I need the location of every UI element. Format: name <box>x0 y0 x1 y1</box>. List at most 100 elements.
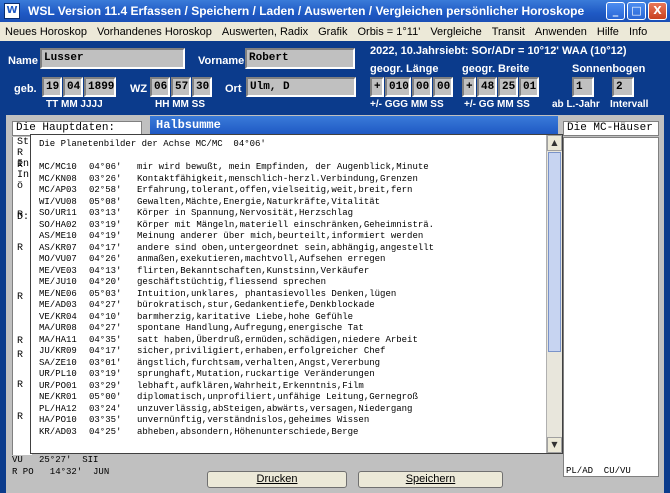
side-letter: ö <box>17 181 24 192</box>
menu-neues-horoskop[interactable]: Neues Horoskop <box>0 26 92 38</box>
axis-code: MA/HA11 <box>39 334 77 345</box>
planetenbild-row: UR/PO01 03°29' lebhaft,aufklären,Wahrheit,… <box>39 381 539 393</box>
axis-degree: 04°26' <box>89 254 122 264</box>
menu-vorhandenes-horoskop[interactable]: Vorhandenes Horoskop <box>92 26 217 38</box>
scroll-up-button[interactable]: ▲ <box>547 135 562 151</box>
axis-degree: 04°27' <box>89 323 122 333</box>
geb-day-field[interactable]: 19 <box>42 77 62 97</box>
breite-sign-field[interactable]: + <box>462 77 476 97</box>
close-button[interactable]: X <box>648 2 667 20</box>
r-marker: R <box>17 292 24 303</box>
wz-second-field[interactable]: 30 <box>192 77 212 97</box>
vorname-field[interactable]: Robert <box>245 48 355 69</box>
geb-year-field[interactable]: 1899 <box>84 77 116 97</box>
axis-code: MC/MC10 <box>39 162 77 172</box>
minimize-button[interactable]: _ <box>606 2 625 20</box>
axis-code: UR/PL10 <box>39 369 77 379</box>
axis-code: VE/KR04 <box>39 311 77 322</box>
wz-hour-field[interactable]: 06 <box>150 77 170 97</box>
menu-info[interactable]: Info <box>624 26 652 38</box>
planetenbild-row: MA/UR08 04°27' spontane Handlung,Aufregung… <box>39 323 539 335</box>
axis-meaning: satt haben,Überdruß,ermüden,schädigen,ni… <box>137 334 418 345</box>
side-letter: R <box>17 148 24 159</box>
r-marker: R <box>17 336 24 347</box>
axis-code: PL/HA12 <box>39 403 77 414</box>
axis-degree: 04°25' <box>89 426 122 437</box>
planetenbild-row: SO/UR11 03°13' Körper in Spannung,Nervosit… <box>39 208 539 220</box>
sonnenbogen-interval-sub: Intervall <box>610 99 649 110</box>
axis-degree: 04°06' <box>89 162 122 172</box>
halbsumme-dialog-title: Halbsumme <box>150 116 558 134</box>
laenge-sign-field[interactable]: + <box>370 77 384 97</box>
menu-grafik[interactable]: Grafik <box>313 26 352 38</box>
laenge-degree-field[interactable]: 010 <box>385 77 411 97</box>
laenge-sub: +/- GGG MM SS <box>370 99 444 110</box>
planetenbild-row: PL/HA12 03°24' unzuverlässig,abSteigen,abw… <box>39 404 539 416</box>
ort-field[interactable]: Ulm, D <box>246 77 356 97</box>
axis-code: WI/VU08 <box>39 196 77 207</box>
geb-month-field[interactable]: 04 <box>63 77 83 97</box>
axis-meaning: geschäftstüchtig,fliessend sprechen <box>137 277 327 287</box>
r-marker: R <box>17 350 24 361</box>
r-marker: R <box>17 243 24 254</box>
planetenbild-row: NE/KR01 05°00' diplomatisch,unprofiliert,u… <box>39 392 539 404</box>
axis-code: UR/PO01 <box>39 380 77 391</box>
scroll-thumb[interactable] <box>548 152 561 352</box>
menu-hilfe[interactable]: Hilfe <box>592 26 624 38</box>
planetenbild-row: MO/VU07 04°26' anmaßen,exekutieren,machtvo… <box>39 254 539 266</box>
year-info: 2022, 10.Jahrsiebt: SOr/ADr = 10°12' WAA… <box>370 45 627 57</box>
scroll-down-button[interactable]: ▼ <box>547 437 562 453</box>
axis-meaning: Körper in Spannung,Nervosität,Herzschlag <box>137 208 354 218</box>
name-field[interactable]: Lusser <box>40 48 185 69</box>
menu-anwenden[interactable]: Anwenden <box>530 26 592 38</box>
axis-meaning: bürokratisch,stur,Gedankentiefe,Denkbloc… <box>137 300 375 310</box>
axis-code: ME/AD03 <box>39 300 77 310</box>
laenge-minute-field[interactable]: 00 <box>412 77 432 97</box>
axis-meaning: anmaßen,exekutieren,machtvoll,Aufsehen e… <box>137 254 386 264</box>
breite-second-field[interactable]: 01 <box>519 77 539 97</box>
axis-meaning: Gewalten,Mächte,Energie,Naturkräfte,Vita… <box>137 196 381 207</box>
axis-code: MO/VU07 <box>39 254 77 264</box>
side-letter: St <box>17 137 30 148</box>
axis-code: ME/NE06 <box>39 288 77 299</box>
wz-minute-field[interactable]: 57 <box>171 77 191 97</box>
menu-auswerten-radix[interactable]: Auswerten, Radix <box>217 26 313 38</box>
speichern-button[interactable]: Speichern <box>358 471 503 488</box>
menu-transit[interactable]: Transit <box>487 26 530 38</box>
planetenbild-row: ME/JU10 04°20' geschäftstüchtig,fliessend … <box>39 277 539 289</box>
menu-orbis[interactable]: Orbis = 1°11' <box>352 26 425 38</box>
axis-degree: 03°35' <box>89 415 122 425</box>
breite-degree-field[interactable]: 48 <box>477 77 497 97</box>
bottom-right-data: PL/AD CU/VU <box>566 466 631 476</box>
axis-code: SO/HA02 <box>39 219 77 230</box>
name-label: Name <box>8 55 38 67</box>
planetenbild-row: ME/AD03 04°27' bürokratisch,stur,Gedankent… <box>39 300 539 312</box>
axis-meaning: unzuverlässig,abSteigen,abwärts,versagen… <box>137 403 413 414</box>
ort-label: Ort <box>225 83 242 95</box>
laenge-second-field[interactable]: 00 <box>433 77 453 97</box>
sonnenbogen-interval-field[interactable]: 2 <box>612 77 634 97</box>
breite-label: geogr. Breite <box>462 63 530 75</box>
maximize-button[interactable]: □ <box>627 2 646 20</box>
hauptdaten-pane: St R In In ö D: RRRRRRRR <box>12 137 32 455</box>
planetenbild-row: MA/HA11 04°35' satt haben,Überdruß,ermüden… <box>39 335 539 347</box>
axis-degree: 04°13' <box>89 265 122 276</box>
breite-minute-field[interactable]: 25 <box>498 77 518 97</box>
axis-meaning: ängstlich,furchtsam,verhalten,Angst,Vere… <box>137 357 381 368</box>
planetenbild-row: SA/ZE10 03°01' ängstlich,furchtsam,verhalt… <box>39 358 539 370</box>
axis-degree: 03°19' <box>89 219 122 230</box>
axis-degree: 04°35' <box>89 334 122 345</box>
axis-degree: 03°19' <box>89 369 122 379</box>
menu-vergleiche[interactable]: Vergleiche <box>425 26 486 38</box>
app-icon: W <box>4 3 20 19</box>
axis-degree: 02°58' <box>89 185 122 195</box>
planetenbild-row: AS/ME10 04°19' Meinung anderer über mich,b… <box>39 231 539 243</box>
menu-bar: Neues Horoskop Vorhandenes Horoskop Ausw… <box>0 22 670 41</box>
axis-meaning: diplomatisch,unprofiliert,unfähige Leitu… <box>137 392 418 402</box>
scrollbar[interactable]: ▲ ▼ <box>546 135 562 453</box>
axis-degree: 05°03' <box>89 288 122 299</box>
sonnenbogen-start-field[interactable]: 1 <box>572 77 594 97</box>
side-letter: In <box>17 170 30 181</box>
drucken-button[interactable]: Drucken <box>207 471 347 488</box>
axis-code: MA/UR08 <box>39 323 77 333</box>
